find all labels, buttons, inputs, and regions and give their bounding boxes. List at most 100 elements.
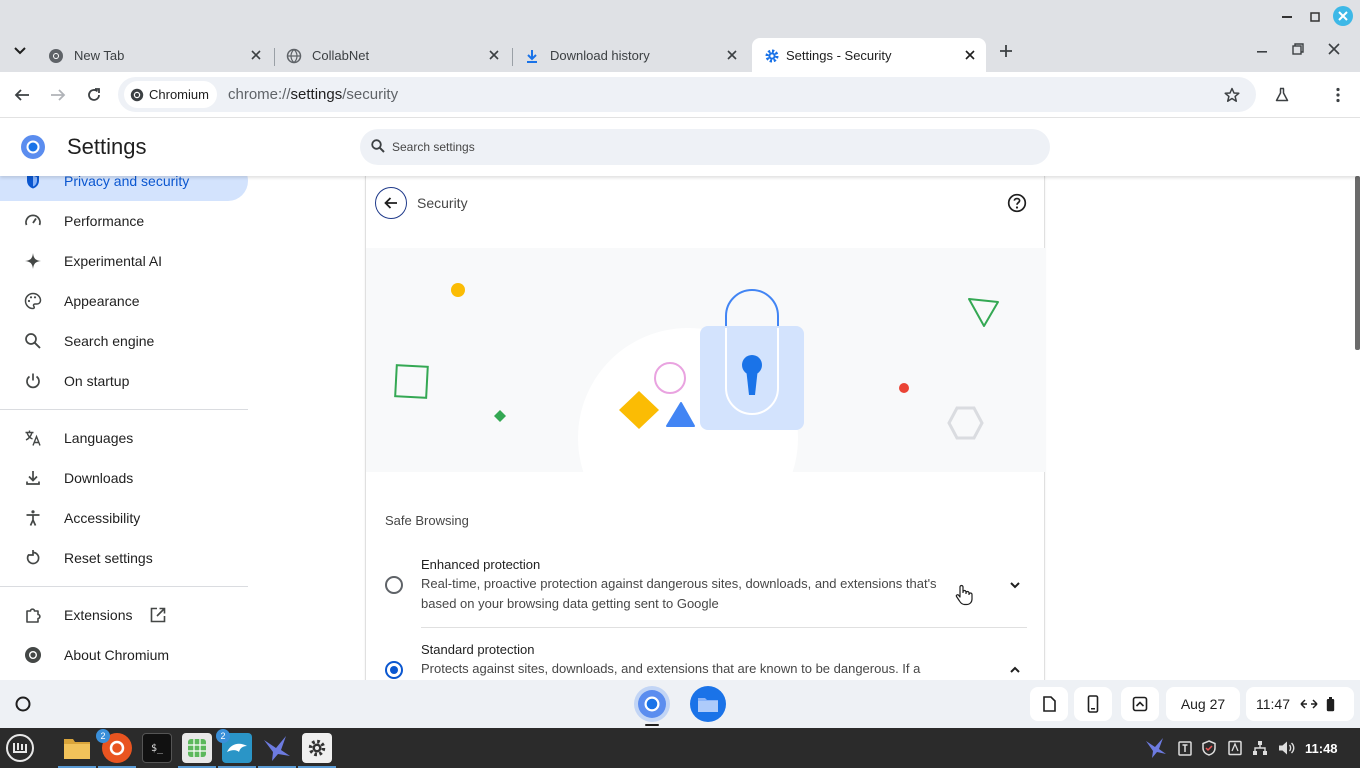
sidebar-item-label: Experimental AI bbox=[64, 253, 163, 269]
dolphin-icon bbox=[227, 743, 247, 752]
taskbar-bird-app[interactable] bbox=[262, 733, 292, 763]
chevron-down-icon[interactable] bbox=[1007, 577, 1023, 593]
back-icon[interactable] bbox=[10, 83, 34, 107]
close-tab-icon[interactable] bbox=[248, 47, 264, 63]
tray-shield-icon[interactable] bbox=[1201, 740, 1217, 756]
spreadsheet-icon bbox=[188, 739, 206, 757]
sidebar-item-about-chromium[interactable]: About Chromium bbox=[0, 635, 248, 675]
start-menu-button[interactable] bbox=[5, 733, 35, 763]
tab-collabnet[interactable]: CollabNet bbox=[274, 38, 510, 72]
taskbar-terminal-app[interactable]: $_ bbox=[142, 733, 172, 763]
search-settings-input[interactable]: Search settings bbox=[360, 129, 1050, 165]
sidebar-item-reset-settings[interactable]: Reset settings bbox=[0, 538, 248, 578]
sidebar-item-extensions[interactable]: Extensions bbox=[0, 595, 248, 635]
sidebar-item-privacy-and-security[interactable]: Privacy and security bbox=[0, 176, 248, 201]
restore-icon[interactable] bbox=[1286, 37, 1310, 61]
sidebar-item-accessibility[interactable]: Accessibility bbox=[0, 498, 248, 538]
back-arrow-button[interactable] bbox=[375, 187, 407, 219]
labs-flask-icon[interactable] bbox=[1270, 83, 1294, 107]
bird-icon bbox=[264, 736, 290, 761]
sidebar-item-experimental-ai[interactable]: Experimental AI bbox=[0, 241, 248, 281]
main-scrollbar[interactable] bbox=[1355, 176, 1360, 350]
shelf-chromium-app[interactable] bbox=[634, 686, 670, 722]
launcher-button[interactable] bbox=[14, 695, 32, 713]
power-icon bbox=[24, 372, 42, 390]
tray-status-area[interactable]: 11:47 bbox=[1246, 687, 1354, 721]
tab-title: Download history bbox=[550, 48, 650, 63]
tab-settings-security[interactable]: Settings - Security bbox=[752, 38, 986, 72]
close-icon[interactable] bbox=[1322, 37, 1346, 61]
tab-new-tab[interactable]: New Tab bbox=[36, 38, 272, 72]
site-chip-label: Chromium bbox=[149, 87, 209, 102]
shelf-files-app[interactable] bbox=[690, 686, 726, 722]
sidebar-item-label: Accessibility bbox=[64, 510, 141, 526]
screen-capture-icon bbox=[1132, 696, 1148, 712]
accessibility-icon bbox=[24, 509, 42, 527]
bookmark-star-icon[interactable] bbox=[1220, 83, 1244, 107]
close-tab-icon[interactable] bbox=[962, 47, 978, 63]
document-icon bbox=[1043, 696, 1056, 712]
chromium-icon bbox=[24, 646, 42, 664]
sidebar-item-label: Appearance bbox=[64, 293, 140, 309]
taskbar-files-app[interactable] bbox=[62, 733, 92, 763]
tray-phone-button[interactable] bbox=[1074, 687, 1112, 721]
tray-date[interactable]: Aug 27 bbox=[1166, 687, 1240, 721]
tab-title: CollabNet bbox=[312, 48, 370, 63]
menu-kebab-icon[interactable] bbox=[1326, 83, 1350, 107]
minimize-window-icon[interactable] bbox=[1277, 7, 1297, 27]
network-arrows-icon bbox=[1300, 698, 1318, 710]
taskbar-app-orange[interactable]: 2 bbox=[96, 729, 132, 763]
sparkle-icon bbox=[24, 252, 42, 270]
taskbar-app-blue[interactable]: 2 bbox=[216, 729, 252, 763]
site-info-chip[interactable]: Chromium bbox=[124, 81, 217, 108]
tray-volume-icon[interactable] bbox=[1278, 740, 1296, 756]
tab-search-icon[interactable] bbox=[8, 39, 32, 63]
tab-download-history[interactable]: Download history bbox=[512, 38, 750, 72]
tray-clipboard-icon[interactable] bbox=[1177, 740, 1193, 756]
tray-bird-icon[interactable] bbox=[1144, 736, 1168, 760]
tray-note-button[interactable] bbox=[1030, 687, 1068, 721]
speedometer-icon bbox=[24, 212, 42, 230]
sidebar-item-appearance[interactable]: Appearance bbox=[0, 281, 248, 321]
tab-strip: New Tab CollabNet Download history Setti… bbox=[0, 34, 1360, 72]
sidebar-item-search-engine[interactable]: Search engine bbox=[0, 321, 248, 361]
sidebar-item-on-startup[interactable]: On startup bbox=[0, 361, 248, 401]
minimize-icon[interactable] bbox=[1250, 39, 1274, 63]
option-description: Real-time, proactive protection against … bbox=[421, 576, 937, 611]
tray-keyboard-icon[interactable] bbox=[1227, 740, 1243, 756]
palette-icon bbox=[24, 292, 42, 310]
help-icon[interactable] bbox=[1007, 193, 1027, 213]
search-icon bbox=[24, 332, 42, 350]
app-icon bbox=[109, 740, 125, 756]
new-tab-icon[interactable] bbox=[994, 39, 1018, 63]
taskbar-settings-app[interactable] bbox=[302, 733, 332, 763]
taskbar-clock[interactable]: 11:48 bbox=[1305, 741, 1338, 756]
reload-icon[interactable] bbox=[82, 83, 106, 107]
chevron-up-icon[interactable] bbox=[1007, 662, 1023, 678]
search-icon bbox=[371, 139, 385, 153]
phone-icon bbox=[1087, 695, 1099, 713]
shield-icon bbox=[24, 176, 42, 190]
folder-icon bbox=[698, 698, 718, 712]
tray-screenshot-button[interactable] bbox=[1121, 687, 1159, 721]
sidebar-item-label: Downloads bbox=[64, 470, 134, 486]
url-text[interactable]: chrome://settings/security bbox=[228, 86, 398, 103]
maximize-window-icon[interactable] bbox=[1305, 7, 1325, 27]
standard-protection-radio[interactable] bbox=[385, 661, 403, 679]
sidebar-item-label: Performance bbox=[64, 213, 145, 229]
url-host: settings bbox=[290, 86, 343, 103]
forward-icon[interactable] bbox=[46, 83, 70, 107]
sidebar-item-downloads[interactable]: Downloads bbox=[0, 458, 248, 498]
close-tab-icon[interactable] bbox=[486, 47, 502, 63]
address-bar[interactable]: Chromium chrome://settings/security bbox=[118, 77, 1256, 112]
tray-network-icon[interactable] bbox=[1252, 740, 1268, 756]
mouse-cursor-hand-icon bbox=[954, 584, 974, 606]
sidebar-item-performance[interactable]: Performance bbox=[0, 201, 248, 241]
enhanced-protection-radio[interactable] bbox=[385, 576, 403, 594]
option-description: Protects against sites, downloads, and e… bbox=[421, 661, 921, 676]
sidebar-item-languages[interactable]: Languages bbox=[0, 418, 248, 458]
host-taskbar: 2 $_ 2 11:48 bbox=[0, 728, 1360, 768]
taskbar-calc-app[interactable] bbox=[182, 733, 212, 763]
close-tab-icon[interactable] bbox=[724, 47, 740, 63]
close-window-icon[interactable] bbox=[1333, 6, 1353, 26]
